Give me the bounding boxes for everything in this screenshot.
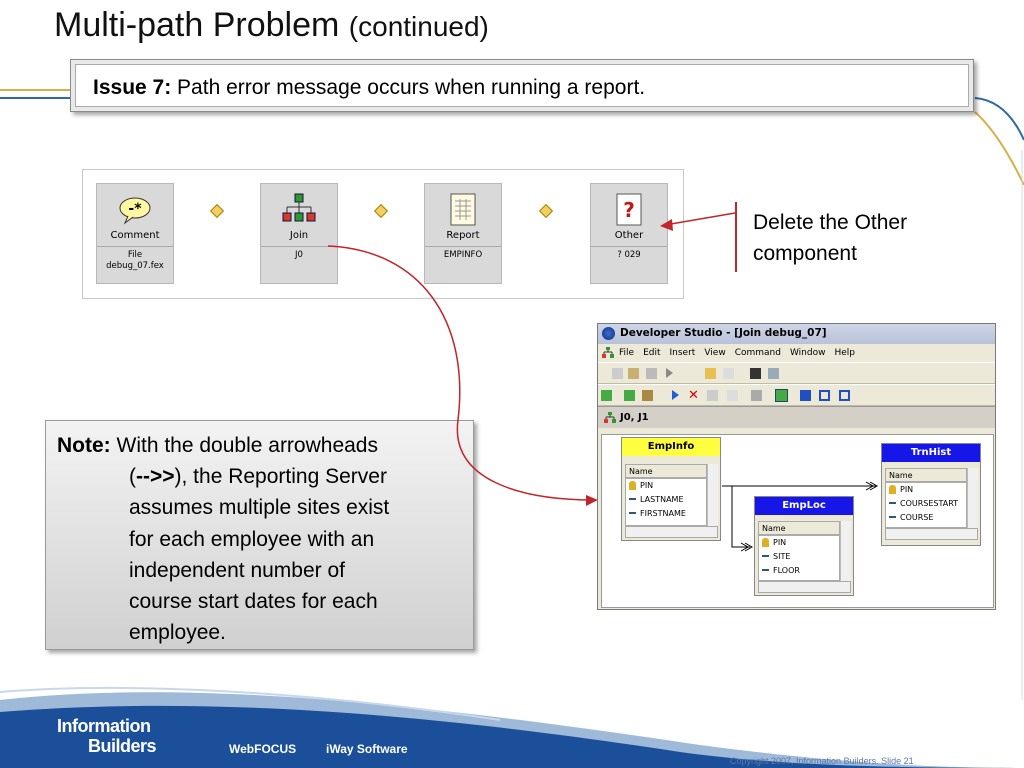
component-sub: debug_07.fex	[106, 261, 164, 271]
chart-icon[interactable]	[751, 390, 762, 401]
component-join[interactable]: Join J0	[260, 183, 338, 284]
menu-view[interactable]: View	[704, 348, 725, 362]
developer-studio-window: Developer Studio - [Join debug_07] File …	[597, 323, 996, 610]
delete-callout: Delete the Other component	[753, 207, 907, 269]
question-icon: ?	[591, 190, 667, 230]
issue-label: Issue 7:	[93, 76, 172, 99]
menu-insert[interactable]: Insert	[670, 348, 696, 362]
callout-bar	[735, 202, 737, 272]
component-sub: J0	[295, 250, 303, 260]
document-subtitle: J0, J1	[598, 406, 995, 428]
save-icon[interactable]	[646, 368, 657, 379]
join-icon[interactable]	[601, 390, 612, 401]
app-icon	[602, 327, 615, 340]
menu-file[interactable]: File	[619, 348, 634, 362]
join-icon	[604, 412, 616, 423]
issue-description: Path error message occurs when running a…	[171, 76, 646, 99]
component-report[interactable]: Report EMPINFO	[424, 183, 502, 284]
note-line: independent number of	[129, 558, 345, 582]
logo-builders: Builders	[88, 736, 157, 756]
grid-icon[interactable]	[707, 390, 718, 401]
join-names: J0, J1	[620, 412, 649, 423]
title-sub: (continued)	[348, 11, 489, 42]
component-label: Join	[289, 230, 309, 241]
connector-diamond	[538, 203, 554, 219]
logo-information: Information	[57, 716, 151, 736]
copyright: Copyright 2007, Information Builders. Sl…	[730, 756, 914, 766]
layout-icon[interactable]	[768, 368, 779, 379]
help-icon[interactable]	[723, 368, 734, 379]
note-first-line: Note: With the double arrowheads	[57, 430, 378, 461]
comment-icon: -*	[97, 190, 173, 230]
tile-v-icon[interactable]	[839, 390, 850, 401]
join-active-icon[interactable]	[775, 389, 788, 402]
issue-text: Issue 7: Path error message occurs when …	[75, 64, 969, 107]
product-webfocus: WebFOCUS	[229, 742, 297, 756]
note-body: (-->>), the Reporting Server assumes mul…	[129, 461, 389, 649]
join-icon	[261, 190, 337, 230]
component-sub: ? 029	[617, 250, 641, 260]
note-line: assumes multiple sites exist	[129, 496, 390, 520]
divider	[425, 246, 501, 247]
component-other[interactable]: ? Other ? 029	[590, 183, 668, 284]
connector-diamond	[373, 203, 389, 219]
window-title: Developer Studio - [Join debug_07]	[620, 327, 827, 339]
callout-line: component	[753, 242, 857, 265]
paste-icon[interactable]	[705, 368, 716, 379]
note-line: (-->>), the Reporting Server	[129, 465, 387, 488]
note-line: for each employee with an	[129, 527, 375, 551]
note-label: Note:	[57, 434, 111, 457]
join-icon	[602, 347, 614, 358]
product-iway: iWay Software	[326, 742, 408, 756]
new-icon[interactable]	[612, 368, 623, 379]
callout-line: Delete the Other	[753, 211, 908, 234]
divider	[591, 246, 667, 247]
component-label: Other	[614, 230, 644, 241]
delete-icon[interactable]: ✕	[688, 389, 699, 402]
component-comment[interactable]: -* Comment File debug_07.fex	[96, 183, 174, 284]
menu-help[interactable]: Help	[834, 348, 855, 362]
component-sub: EMPINFO	[443, 250, 483, 260]
note-line: employee.	[129, 621, 226, 645]
menu-window[interactable]: Window	[790, 348, 826, 362]
note-box: Note: With the double arrowheads (-->>),…	[45, 420, 474, 650]
menu-command[interactable]: Command	[735, 348, 781, 362]
tile-h-icon[interactable]	[819, 390, 830, 401]
component-sub: File	[127, 250, 143, 260]
window-icon[interactable]	[750, 368, 761, 379]
join-edit-icon[interactable]	[642, 390, 653, 401]
divider	[261, 246, 337, 247]
component-strip: -* Comment File debug_07.fex Join J0 Rep…	[82, 169, 684, 299]
join-add-icon[interactable]	[624, 390, 635, 401]
connector-diamond	[209, 203, 225, 219]
run-icon[interactable]	[666, 368, 673, 378]
svg-text:-*: -*	[128, 201, 142, 217]
join-canvas: EmpInfo Name PIN LASTNAME FIRSTNAME EmpL…	[601, 434, 994, 608]
open-icon[interactable]	[628, 368, 639, 379]
note-line: course start dates for each	[129, 590, 378, 614]
toolbar-1	[598, 362, 995, 384]
window-titlebar: Developer Studio - [Join debug_07]	[598, 324, 995, 344]
note-text: With the double arrowheads	[110, 434, 379, 457]
play-icon[interactable]	[672, 390, 679, 400]
report-icon	[425, 190, 501, 230]
filter-icon[interactable]	[727, 390, 738, 401]
component-label: Report	[446, 230, 480, 241]
toolbar-2: ✕	[598, 384, 995, 406]
menu-edit[interactable]: Edit	[643, 348, 660, 362]
join-lines	[722, 481, 879, 552]
component-label: Comment	[110, 230, 160, 241]
svg-text:?: ?	[623, 198, 635, 222]
cascade-icon[interactable]	[800, 390, 811, 401]
title-main: Multi-path Problem	[54, 6, 340, 44]
page-title: Multi-path Problem (continued)	[54, 6, 489, 45]
divider	[97, 246, 173, 247]
menu-bar: File Edit Insert View Command Window Hel…	[598, 344, 995, 362]
issue-box: Issue 7: Path error message occurs when …	[70, 59, 974, 112]
note-arrow: -->>	[136, 465, 175, 488]
